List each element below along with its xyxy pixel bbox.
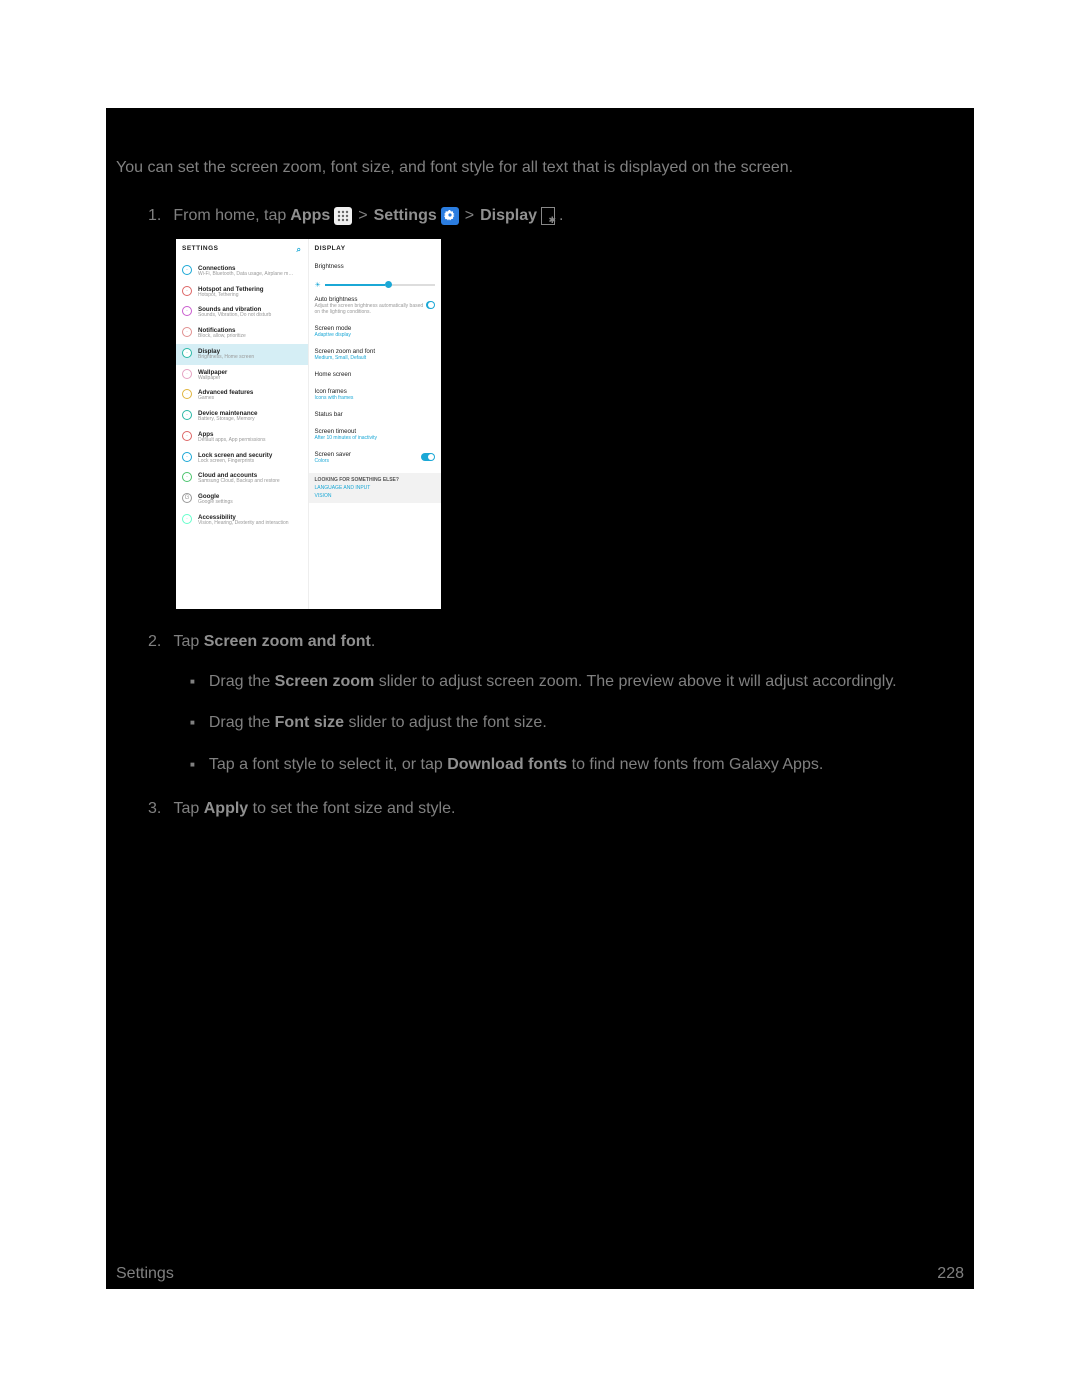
sub-bullet-screen-zoom: ■ Drag the Screen zoom slider to adjust …	[106, 651, 974, 693]
sidebar-item[interactable]: ·Sounds and vibrationSounds, Vibration, …	[182, 302, 302, 323]
step-1-line: 1. From home, tap Apps > Settings > Disp…	[106, 179, 974, 225]
looking-for-box: LOOKING FOR SOMETHING ELSE? LANGUAGE AND…	[309, 473, 442, 503]
sidebar-item-icon: ·	[182, 265, 192, 275]
display-label: Display	[480, 207, 537, 225]
settings-sidebar: SETTINGS ⌕ ·ConnectionsWi-Fi, Bluetooth,…	[176, 239, 309, 609]
screen-saver-sub: Colors	[315, 458, 351, 464]
brightness-icon: ☀	[315, 281, 321, 289]
footer-page-number: 228	[937, 1265, 964, 1283]
sidebar-item-icon: ·	[182, 472, 192, 482]
display-header: DISPLAY	[315, 245, 346, 252]
sidebar-item-sub: Lock screen, Fingerprints	[198, 459, 272, 465]
footer-section: Settings	[116, 1265, 174, 1283]
display-icon	[541, 207, 555, 225]
link-vision[interactable]: VISION	[315, 491, 436, 499]
sidebar-item-sub: Games	[198, 396, 253, 402]
intro-text: You can set the screen zoom, font size, …	[106, 108, 974, 179]
sidebar-item[interactable]: GGoogleGoogle settings	[182, 489, 302, 510]
sidebar-item-icon: G	[182, 493, 192, 503]
settings-icon	[441, 207, 459, 225]
sidebar-item[interactable]: ·DisplayBrightness, Home screen	[176, 344, 308, 365]
status-bar-item[interactable]: Status bar	[315, 406, 436, 423]
sidebar-item-icon: ·	[182, 431, 192, 441]
link-language-input[interactable]: LANGUAGE AND INPUT	[315, 483, 436, 491]
sidebar-item-sub: Vision, Hearing, Dexterity and interacti…	[198, 521, 289, 527]
auto-brightness-title: Auto brightness	[315, 296, 426, 303]
sidebar-item[interactable]: ·AppsDefault apps, App permissions	[182, 427, 302, 448]
sidebar-item-icon: ·	[182, 389, 192, 399]
sidebar-item-icon: ·	[182, 348, 192, 358]
sidebar-item[interactable]: ·Hotspot and TetheringHotspot, Tethering	[182, 282, 302, 303]
sidebar-item-sub: Brightness, Home screen	[198, 355, 254, 361]
apps-icon	[334, 207, 352, 225]
auto-brightness-toggle[interactable]	[426, 301, 435, 309]
screen-mode-item[interactable]: Screen mode Adaptive display	[315, 320, 436, 343]
sidebar-item-icon: ·	[182, 306, 192, 316]
sidebar-item-sub: Google settings	[198, 500, 233, 506]
sidebar-item-sub: Battery, Storage, Memory	[198, 417, 258, 423]
sidebar-item-sub: Sounds, Vibration, Do not disturb	[198, 313, 271, 319]
sidebar-item-icon: ·	[182, 452, 192, 462]
sidebar-item-icon: ·	[182, 369, 192, 379]
sidebar-item[interactable]: ·Advanced featuresGames	[182, 385, 302, 406]
home-screen-item[interactable]: Home screen	[315, 366, 436, 383]
screen-saver-toggle[interactable]	[421, 453, 435, 461]
step-2-line: 2. Tap Screen zoom and font.	[106, 609, 974, 651]
apps-label: Apps	[290, 207, 330, 225]
screen-saver-title: Screen saver	[315, 451, 351, 458]
brightness-label: Brightness	[315, 263, 436, 270]
display-panel: DISPLAY Brightness ☀ Auto brightness Adj…	[309, 239, 442, 609]
sidebar-item[interactable]: ·WallpaperWallpaper	[182, 365, 302, 386]
settings-screenshot: SETTINGS ⌕ ·ConnectionsWi-Fi, Bluetooth,…	[176, 239, 441, 609]
step-1-pretext: From home, tap	[173, 207, 286, 225]
sidebar-item-sub: Wi-Fi, Bluetooth, Data usage, Airplane m…	[198, 272, 293, 278]
separator-1: >	[356, 207, 369, 225]
auto-brightness-sub: Adjust the screen brightness automatical…	[315, 303, 426, 315]
sidebar-item[interactable]: ·Device maintenanceBattery, Storage, Mem…	[182, 406, 302, 427]
bullet-icon: ■	[190, 712, 195, 734]
icon-frames-item[interactable]: Icon frames Icons with frames	[315, 383, 436, 406]
settings-header: SETTINGS	[182, 245, 219, 255]
sidebar-item[interactable]: ·ConnectionsWi-Fi, Bluetooth, Data usage…	[182, 261, 302, 282]
screen-zoom-font-item[interactable]: Screen zoom and font Medium, Small, Defa…	[315, 343, 436, 366]
bullet-icon: ■	[190, 671, 195, 693]
step-1-period: .	[559, 207, 563, 225]
manual-page: You can set the screen zoom, font size, …	[106, 108, 974, 1289]
sidebar-item[interactable]: ·Cloud and accountsSamsung Cloud, Backup…	[182, 468, 302, 489]
sidebar-item-icon: ·	[182, 410, 192, 420]
separator-2: >	[463, 207, 476, 225]
brightness-slider[interactable]: ☀	[315, 275, 436, 291]
sidebar-item-sub: Default apps, App permissions	[198, 438, 266, 444]
step-1-number: 1.	[148, 207, 161, 225]
sub-bullet-download-fonts: ■ Tap a font style to select it, or tap …	[106, 734, 974, 776]
settings-label: Settings	[374, 207, 437, 225]
sidebar-item-sub: Samsung Cloud, Backup and restore	[198, 479, 280, 485]
step-3-line: 3. Tap Apply to set the font size and st…	[106, 776, 974, 818]
sidebar-item-sub: Hotspot, Tethering	[198, 293, 264, 299]
search-icon[interactable]: ⌕	[297, 245, 302, 255]
sidebar-item[interactable]: ·Lock screen and securityLock screen, Fi…	[182, 448, 302, 469]
sidebar-item-icon: ·	[182, 327, 192, 337]
sidebar-item-icon: ·	[182, 514, 192, 524]
sidebar-item-icon: ·	[182, 286, 192, 296]
sub-bullet-font-size: ■ Drag the Font size slider to adjust th…	[106, 692, 974, 734]
screen-timeout-item[interactable]: Screen timeout After 10 minutes of inact…	[315, 423, 436, 446]
sidebar-item[interactable]: ·AccessibilityVision, Hearing, Dexterity…	[182, 510, 302, 531]
page-footer: Settings 228	[116, 1265, 964, 1283]
sidebar-item-sub: Wallpaper	[198, 376, 227, 382]
sidebar-item-sub: Block, allow, prioritize	[198, 334, 246, 340]
sidebar-item[interactable]: ·NotificationsBlock, allow, prioritize	[182, 323, 302, 344]
bullet-icon: ■	[190, 754, 195, 776]
